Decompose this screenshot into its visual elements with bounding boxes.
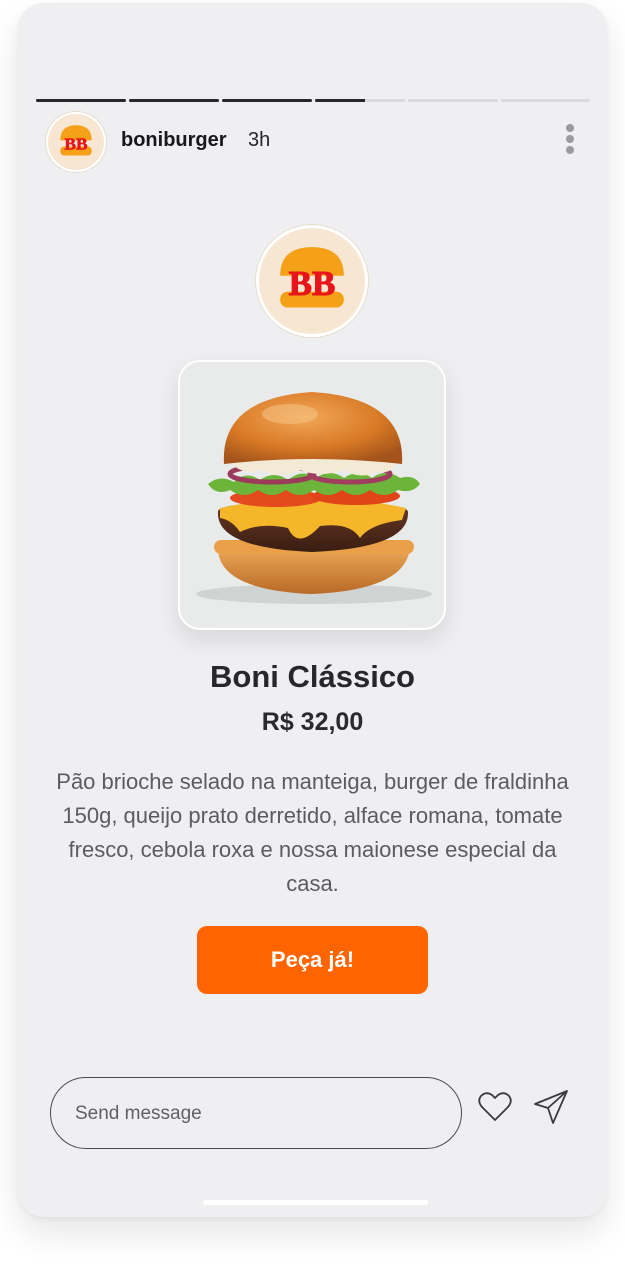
story-viewer: BB boniburger 3h BB Boni Clássico R$ 32,… — [18, 3, 607, 1217]
progress-segment — [222, 99, 312, 102]
order-button[interactable]: Peça já! — [197, 926, 428, 994]
send-message-input[interactable]: Send message — [50, 1077, 462, 1149]
progress-segment — [408, 99, 498, 102]
progress-segment — [36, 99, 126, 102]
progress-segment — [129, 99, 219, 102]
product-image — [178, 360, 446, 630]
product-price: R$ 32,00 — [261, 708, 364, 736]
message-placeholder: Send message — [75, 1103, 202, 1124]
progress-segment — [501, 99, 590, 102]
burger-image — [196, 392, 432, 604]
product-description: Pão brioche selado na manteiga, burger d… — [56, 769, 569, 896]
svg-text:BB: BB — [289, 264, 336, 303]
story-progress — [36, 99, 590, 105]
product-name: Boni Clássico — [210, 659, 415, 694]
post-time: 3h — [248, 129, 271, 151]
paper-plane-icon[interactable] — [531, 1087, 571, 1127]
progress-segment — [315, 99, 405, 102]
username[interactable]: boniburger — [121, 129, 227, 152]
brand-logo: BB — [60, 125, 92, 156]
brand-logo: BB — [280, 247, 344, 308]
more-vertical-icon[interactable] — [558, 123, 582, 159]
svg-text:BB: BB — [64, 134, 88, 153]
avatar[interactable]: BB — [46, 112, 106, 172]
brand-logo-large: BB — [256, 225, 368, 337]
heart-icon[interactable] — [475, 1087, 515, 1127]
home-indicator — [203, 1200, 428, 1205]
